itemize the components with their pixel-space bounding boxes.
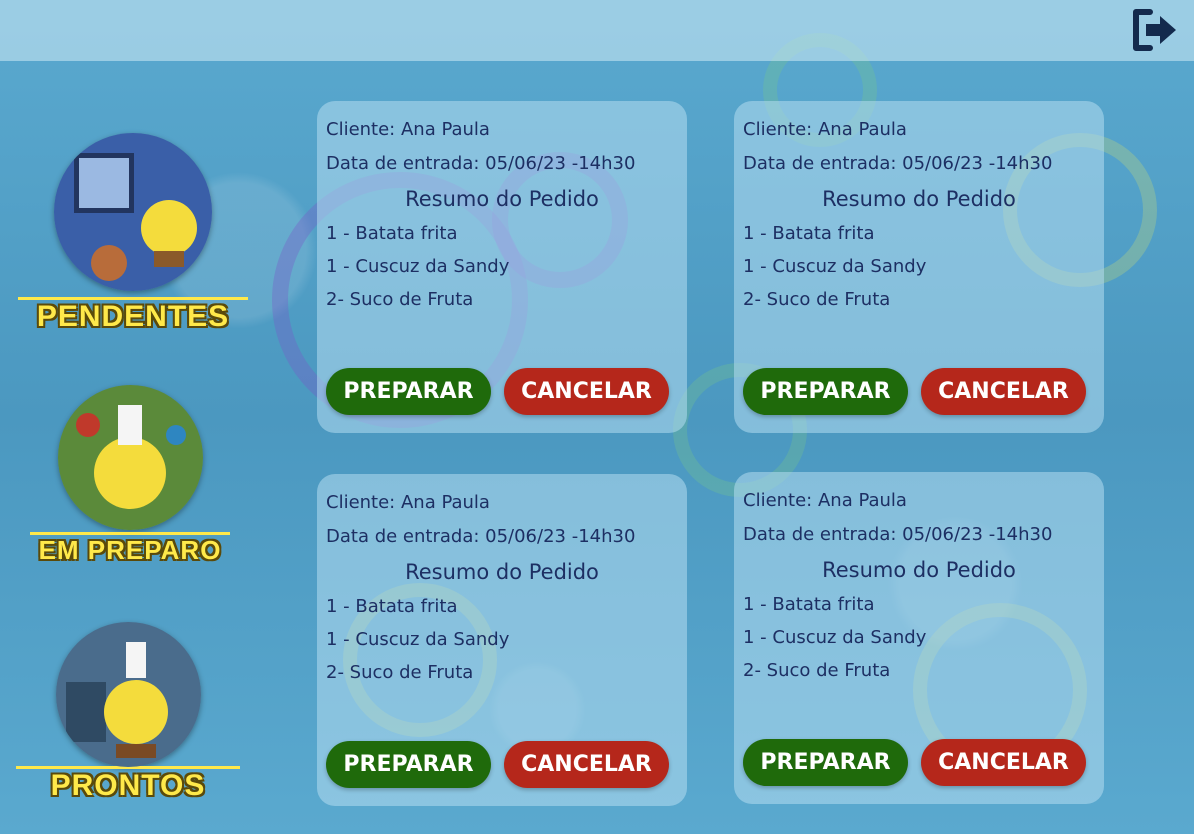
sidebar-item-prontos[interactable]: PRONTOS <box>16 622 240 803</box>
logout-icon[interactable] <box>1130 6 1180 54</box>
order-item: 1 - Batata frita <box>743 594 875 615</box>
client-name: Cliente: Ana Paula <box>326 492 490 513</box>
client-name: Cliente: Ana Paula <box>743 490 907 511</box>
order-item: 2- Suco de Fruta <box>743 660 891 681</box>
order-item: 1 - Batata frita <box>326 596 458 617</box>
order-item: 1 - Cuscuz da Sandy <box>743 256 927 277</box>
prepare-button[interactable]: PREPARAR <box>743 739 908 786</box>
sidebar-item-em-preparo[interactable]: EM PREPARO <box>30 385 230 566</box>
order-card: Cliente: Ana Paula Data de entrada: 05/0… <box>317 474 687 806</box>
top-bar <box>0 0 1194 61</box>
order-card: Cliente: Ana Paula Data de entrada: 05/0… <box>734 472 1104 804</box>
summary-title: Resumo do Pedido <box>822 558 1016 582</box>
order-item: 2- Suco de Fruta <box>326 662 474 683</box>
order-item: 2- Suco de Fruta <box>326 289 474 310</box>
order-item: 2- Suco de Fruta <box>743 289 891 310</box>
em-preparo-image <box>57 385 203 530</box>
entry-date: Data de entrada: 05/06/23 -14h30 <box>326 153 636 174</box>
prepare-button[interactable]: PREPARAR <box>326 368 491 415</box>
cancel-button[interactable]: CANCELAR <box>504 368 669 415</box>
sidebar-item-pendentes[interactable]: PENDENTES <box>18 133 248 334</box>
entry-date: Data de entrada: 05/06/23 -14h30 <box>326 526 636 547</box>
order-card: Cliente: Ana Paula Data de entrada: 05/0… <box>734 101 1104 433</box>
summary-title: Resumo do Pedido <box>405 560 599 584</box>
cancel-button[interactable]: CANCELAR <box>921 368 1086 415</box>
cancel-button[interactable]: CANCELAR <box>504 741 669 788</box>
sidebar-item-label: EM PREPARO <box>38 535 222 565</box>
sidebar-item-label: PENDENTES <box>36 300 230 333</box>
order-item: 1 - Batata frita <box>326 223 458 244</box>
entry-date: Data de entrada: 05/06/23 -14h30 <box>743 153 1053 174</box>
prepare-button[interactable]: PREPARAR <box>326 741 491 788</box>
entry-date: Data de entrada: 05/06/23 -14h30 <box>743 524 1053 545</box>
prepare-button[interactable]: PREPARAR <box>743 368 908 415</box>
summary-title: Resumo do Pedido <box>822 187 1016 211</box>
order-item: 1 - Batata frita <box>743 223 875 244</box>
order-item: 1 - Cuscuz da Sandy <box>743 627 927 648</box>
client-name: Cliente: Ana Paula <box>326 119 490 140</box>
client-name: Cliente: Ana Paula <box>743 119 907 140</box>
pendentes-image <box>54 133 212 291</box>
order-item: 1 - Cuscuz da Sandy <box>326 629 510 650</box>
summary-title: Resumo do Pedido <box>405 187 599 211</box>
prontos-image <box>55 622 201 767</box>
sidebar-item-label: PRONTOS <box>50 769 206 802</box>
cancel-button[interactable]: CANCELAR <box>921 739 1086 786</box>
order-card: Cliente: Ana Paula Data de entrada: 05/0… <box>317 101 687 433</box>
order-item: 1 - Cuscuz da Sandy <box>326 256 510 277</box>
